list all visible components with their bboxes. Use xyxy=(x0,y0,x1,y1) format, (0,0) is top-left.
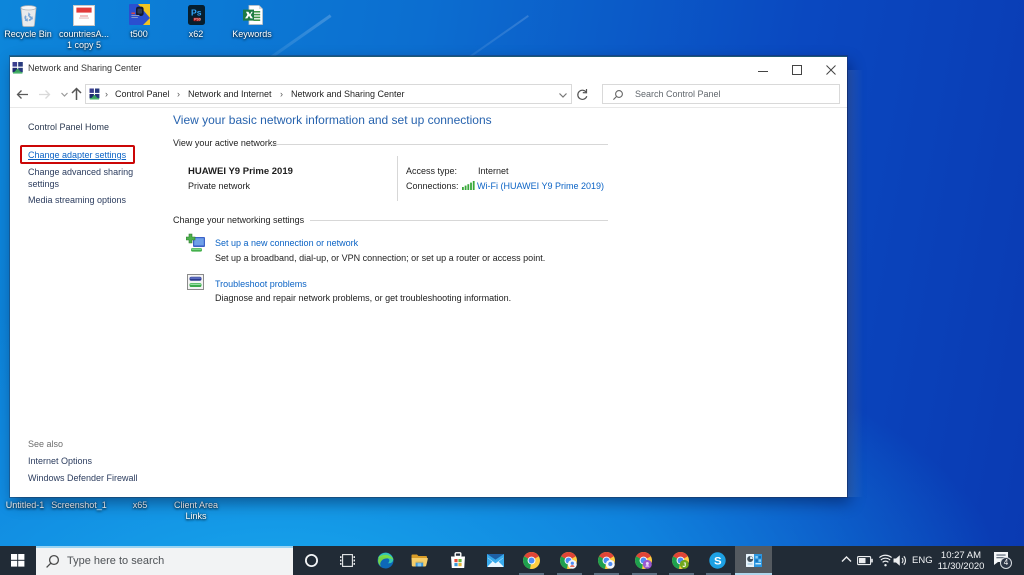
svg-text:S: S xyxy=(714,556,722,568)
svg-text:J: J xyxy=(682,562,686,569)
svg-text:Ps: Ps xyxy=(191,8,202,18)
svg-text:PSD: PSD xyxy=(194,18,202,22)
